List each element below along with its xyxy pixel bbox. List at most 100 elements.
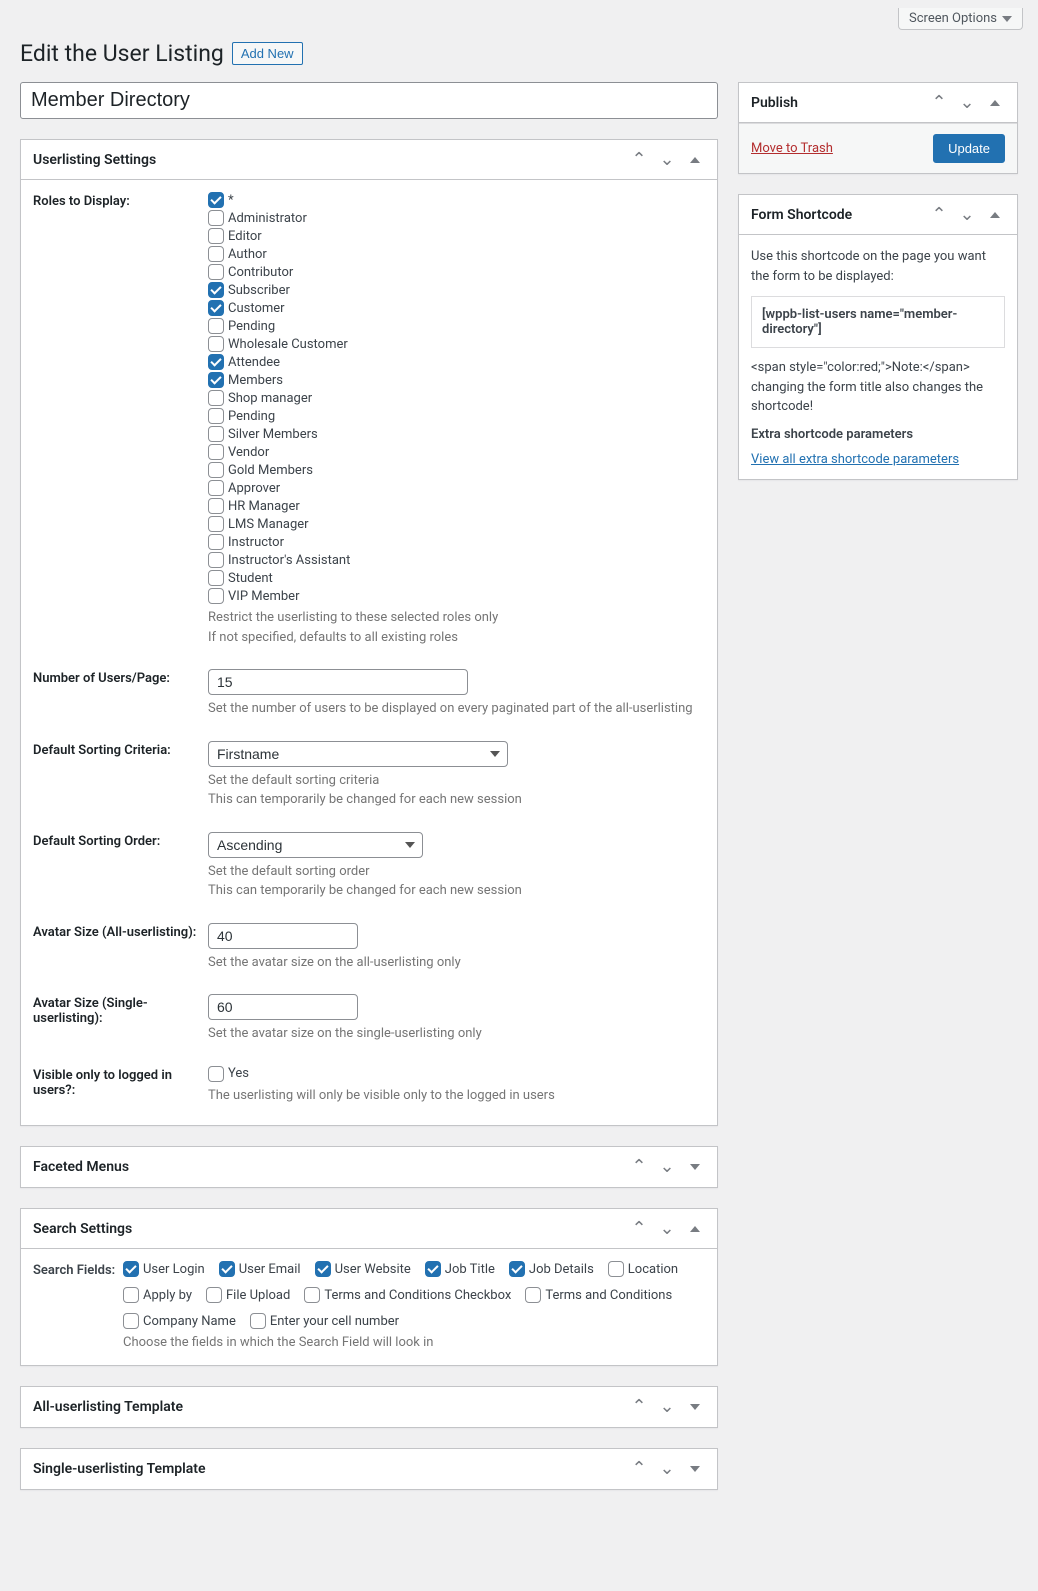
checkbox[interactable] (208, 408, 224, 424)
search-field-label: User Login (143, 1262, 205, 1277)
role-label: Contributor (228, 265, 293, 280)
search-field-label: User Email (239, 1262, 301, 1277)
checkbox[interactable] (208, 570, 224, 586)
caret-down-icon[interactable] (685, 1459, 705, 1479)
role-option: Pending (208, 408, 705, 424)
shortcode-code[interactable]: [wppb-list-users name="member-directory"… (751, 296, 1005, 348)
role-option: Instructor's Assistant (208, 552, 705, 568)
page-title: Edit the User Listing (20, 40, 224, 67)
checkbox[interactable] (208, 336, 224, 352)
search-field-option: User Email (219, 1261, 301, 1277)
chevron-down-icon[interactable]: ⌄ (957, 205, 977, 225)
publish-panel: Publish ⌃ ⌄ Move to Trash Update (738, 82, 1018, 174)
checkbox[interactable] (208, 372, 224, 388)
checkbox[interactable] (208, 516, 224, 532)
checkbox[interactable] (208, 318, 224, 334)
checkbox[interactable] (208, 300, 224, 316)
chevron-down-icon[interactable]: ⌄ (957, 93, 977, 113)
faceted-menus-panel: Faceted Menus ⌃ ⌄ (20, 1146, 718, 1188)
role-label: Editor (228, 229, 262, 244)
caret-up-icon[interactable] (985, 93, 1005, 113)
checkbox[interactable] (206, 1287, 222, 1303)
search-field-option: Enter your cell number (250, 1313, 399, 1329)
all-template-panel: All-userlisting Template ⌃ ⌄ (20, 1386, 718, 1428)
checkbox[interactable] (525, 1287, 541, 1303)
checkbox[interactable] (208, 228, 224, 244)
role-label: VIP Member (228, 589, 299, 604)
chevron-up-icon[interactable]: ⌃ (929, 93, 949, 113)
role-option: Members (208, 372, 705, 388)
checkbox[interactable] (250, 1313, 266, 1329)
form-shortcode-panel: Form Shortcode ⌃ ⌄ Use this shortcode on… (738, 194, 1018, 480)
checkbox[interactable] (123, 1261, 139, 1277)
chevron-up-icon[interactable]: ⌃ (629, 1397, 649, 1417)
checkbox[interactable] (208, 192, 224, 208)
checkbox[interactable] (208, 552, 224, 568)
checkbox[interactable] (123, 1313, 139, 1329)
caret-down-icon[interactable] (685, 1157, 705, 1177)
chevron-up-icon[interactable]: ⌃ (629, 150, 649, 170)
role-option: Silver Members (208, 426, 705, 442)
checkbox[interactable] (208, 390, 224, 406)
chevron-down-icon[interactable]: ⌄ (657, 150, 677, 170)
checkbox[interactable] (208, 210, 224, 226)
caret-down-icon[interactable] (685, 1397, 705, 1417)
role-option: Customer (208, 300, 705, 316)
checkbox[interactable] (208, 462, 224, 478)
search-field-option: File Upload (206, 1287, 290, 1303)
caret-up-icon[interactable] (685, 150, 705, 170)
checkbox[interactable] (425, 1261, 441, 1277)
checkbox[interactable] (304, 1287, 320, 1303)
users-page-label: Number of Users/Page: (33, 669, 208, 686)
checkbox[interactable] (208, 282, 224, 298)
checkbox[interactable] (608, 1261, 624, 1277)
checkbox[interactable] (219, 1261, 235, 1277)
chevron-up-icon[interactable]: ⌃ (629, 1459, 649, 1479)
panel-title: Userlisting Settings (33, 152, 156, 168)
chevron-down-icon[interactable]: ⌄ (657, 1459, 677, 1479)
form-title-input[interactable] (20, 82, 718, 119)
search-field-option: Terms and Conditions (525, 1287, 672, 1303)
chevron-up-icon[interactable]: ⌃ (629, 1157, 649, 1177)
visible-logged-checkbox[interactable] (208, 1066, 224, 1082)
checkbox[interactable] (208, 444, 224, 460)
add-new-button[interactable]: Add New (232, 42, 303, 65)
search-field-option: Job Title (425, 1261, 495, 1277)
caret-up-icon[interactable] (985, 205, 1005, 225)
checkbox[interactable] (208, 426, 224, 442)
checkbox[interactable] (208, 498, 224, 514)
view-all-parameters-link[interactable]: View all extra shortcode parameters (751, 452, 959, 467)
role-label: Vendor (228, 445, 269, 460)
checkbox[interactable] (208, 534, 224, 550)
avatar-all-input[interactable] (208, 923, 358, 949)
role-option: Administrator (208, 210, 705, 226)
screen-options-button[interactable]: Screen Options (898, 8, 1023, 30)
caret-up-icon[interactable] (685, 1219, 705, 1239)
panel-title: Single-userlisting Template (33, 1461, 206, 1477)
checkbox[interactable] (208, 480, 224, 496)
chevron-up-icon[interactable]: ⌃ (629, 1219, 649, 1239)
checkbox[interactable] (509, 1261, 525, 1277)
visible-logged-label: Visible only to logged in users?: (33, 1066, 208, 1098)
update-button[interactable]: Update (933, 134, 1005, 163)
checkbox[interactable] (123, 1287, 139, 1303)
role-option: Instructor (208, 534, 705, 550)
sort-order-select[interactable]: Ascending (208, 832, 423, 858)
checkbox[interactable] (315, 1261, 331, 1277)
search-field-option: Apply by (123, 1287, 192, 1303)
users-per-page-input[interactable] (208, 669, 468, 695)
chevron-down-icon[interactable]: ⌄ (657, 1397, 677, 1417)
shortcode-note: <span style="color:red;">Note:</span> ch… (751, 358, 1005, 417)
chevron-up-icon[interactable]: ⌃ (929, 205, 949, 225)
avatar-single-input[interactable] (208, 994, 358, 1020)
role-label: * (228, 193, 234, 208)
chevron-down-icon[interactable]: ⌄ (657, 1219, 677, 1239)
checkbox[interactable] (208, 264, 224, 280)
sort-criteria-select[interactable]: Firstname (208, 741, 508, 767)
role-label: Instructor (228, 535, 284, 550)
move-to-trash-link[interactable]: Move to Trash (751, 141, 833, 156)
checkbox[interactable] (208, 354, 224, 370)
checkbox[interactable] (208, 588, 224, 604)
checkbox[interactable] (208, 246, 224, 262)
chevron-down-icon[interactable]: ⌄ (657, 1157, 677, 1177)
